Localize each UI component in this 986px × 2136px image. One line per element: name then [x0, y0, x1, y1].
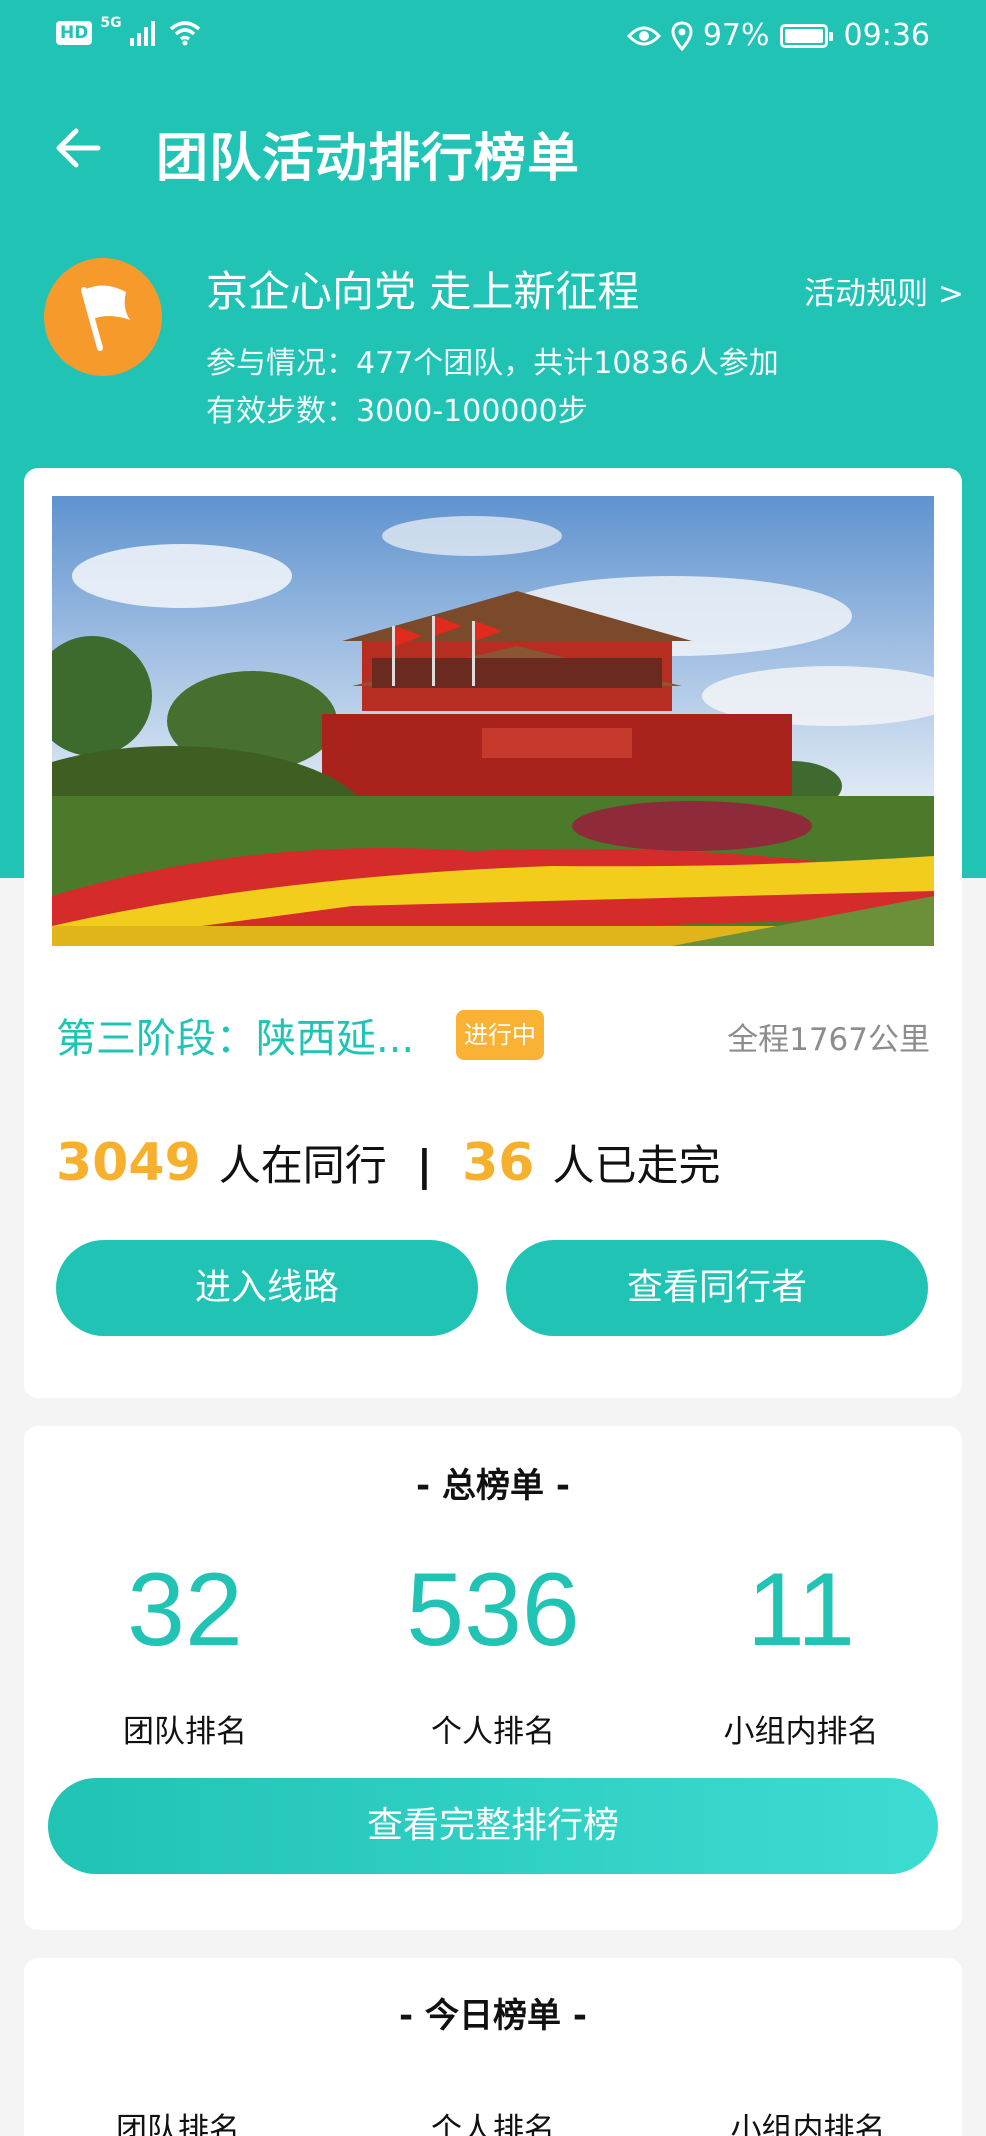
finished-label: 人已走完 [552, 1141, 721, 1190]
group-rank-label: 小组内排名 [723, 1714, 879, 1750]
today-group-rank-label: 小组内排名 [730, 2112, 886, 2136]
network-type: 5G [100, 15, 122, 31]
team-rank-label: 团队排名 [123, 1714, 247, 1750]
today-ranking-title: - 今日榜单 - [399, 1996, 587, 2036]
activity-rules-link[interactable]: 活动规则 > [804, 268, 964, 313]
valid-steps-info: 有效步数：3000-100000步 [206, 394, 588, 429]
overall-ranking-card: - 总榜单 - 32 团队排名 536 个人排名 11 小组内排名 查看完整排行… [24, 1426, 962, 1930]
overall-ranking-title: - 总榜单 - [416, 1466, 570, 1506]
stage-row: 第三阶段：陕西延... 进行中 全程1767公里 [56, 1006, 930, 1066]
clock: 09:36 [843, 18, 930, 53]
stage-title[interactable]: 第三阶段：陕西延... [56, 1006, 414, 1064]
today-team-rank-label: 团队排名 [116, 2112, 240, 2136]
team-rank-value: 32 [127, 1552, 243, 1668]
view-full-ranking-button[interactable]: 查看完整排行榜 [48, 1778, 938, 1874]
personal-rank: 536 个人排名 [343, 1550, 643, 1751]
group-rank-value: 11 [747, 1552, 855, 1668]
enter-route-button[interactable]: 进入线路 [56, 1240, 478, 1336]
today-personal-rank-label: 个人排名 [431, 2112, 555, 2136]
view-companions-button[interactable]: 查看同行者 [506, 1240, 928, 1336]
activity-logo [44, 258, 162, 376]
walking-count: 3049 [56, 1133, 201, 1193]
back-arrow-icon[interactable] [50, 120, 106, 176]
personal-rank-label: 个人排名 [431, 1714, 555, 1750]
signal-icon [129, 21, 155, 46]
wifi-icon [169, 21, 200, 46]
location-icon [671, 20, 693, 51]
stage-status-badge: 进行中 [456, 1010, 544, 1060]
group-rank: 11 小组内排名 [651, 1550, 951, 1751]
activity-name: 京企心向党 走上新征程 [206, 267, 640, 316]
status-bar: HD 5G 97% 09:36 [0, 0, 986, 74]
battery-icon [779, 23, 833, 48]
hd-badge: HD [56, 21, 93, 45]
tiananmen-photo [52, 496, 934, 946]
app-header: 团队活动排行榜单 [0, 100, 986, 200]
flag-icon [81, 285, 130, 351]
total-distance: 全程1767公里 [727, 1022, 930, 1058]
battery-percent: 97% [702, 18, 770, 53]
personal-rank-value: 536 [406, 1552, 580, 1668]
today-ranking-card: - 今日榜单 - 团队排名 个人排名 小组内排名 [24, 1958, 962, 2136]
stats-separator: | [416, 1141, 433, 1190]
finished-count: 36 [462, 1133, 535, 1193]
walker-stats: 3049 人在同行 | 36 人已走完 [56, 1132, 720, 1193]
participation-info: 参与情况：477个团队，共计10836人参加 [206, 346, 779, 381]
stage-card: 第三阶段：陕西延... 进行中 全程1767公里 3049 人在同行 | 36 … [24, 468, 962, 1398]
team-rank: 32 团队排名 [35, 1550, 335, 1751]
page-title: 团队活动排行榜单 [156, 129, 581, 189]
walking-label: 人在同行 [218, 1141, 387, 1190]
eye-icon [626, 26, 661, 45]
